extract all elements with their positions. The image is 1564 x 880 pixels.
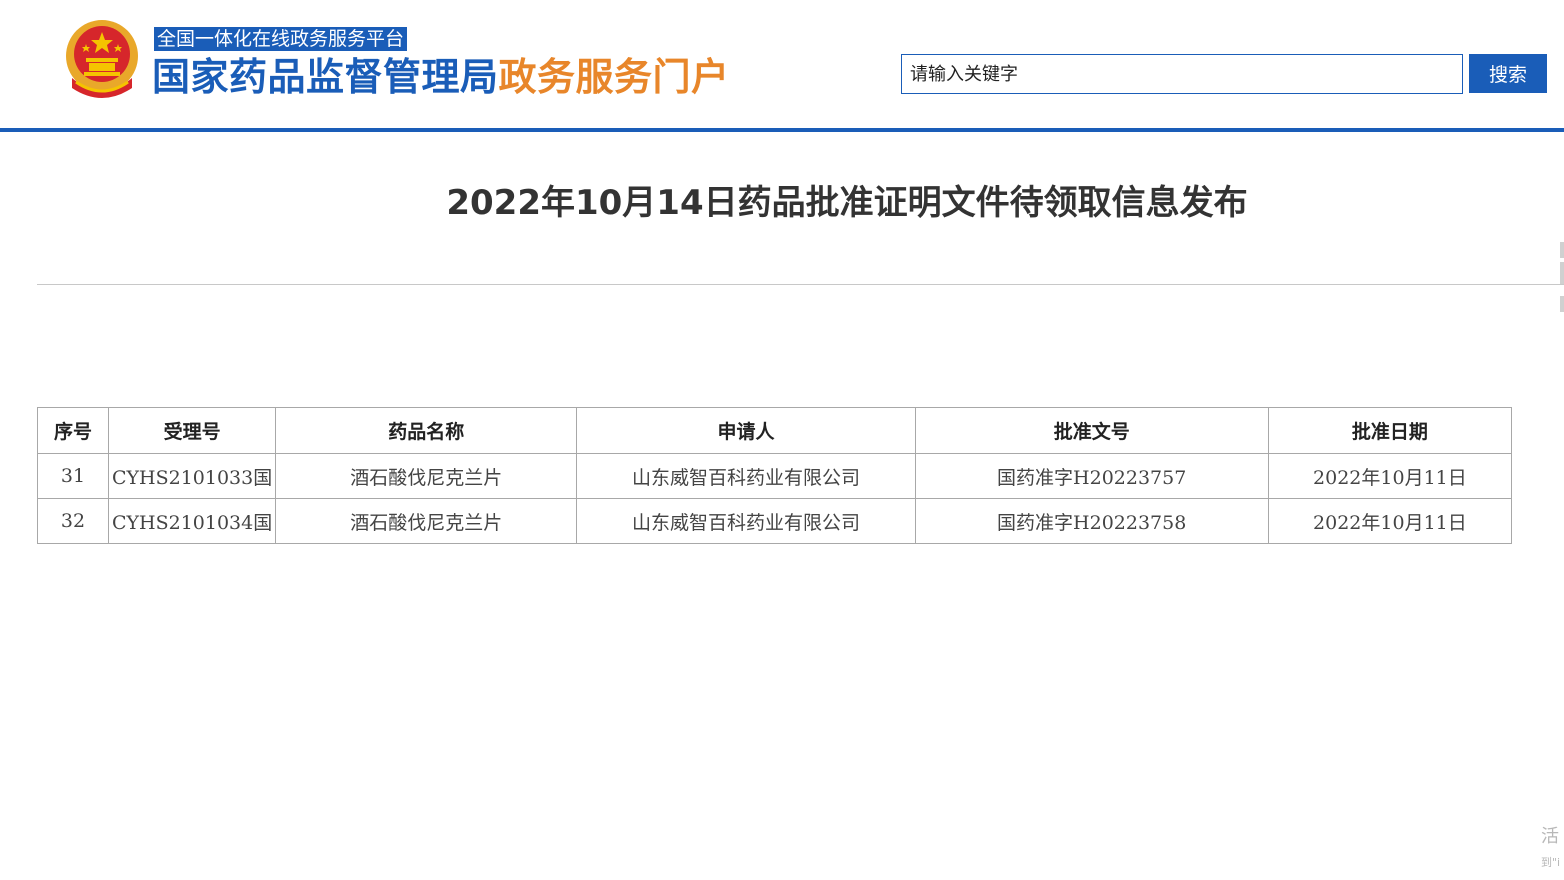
column-header-acceptance-no: 受理号 [108, 407, 277, 454]
cell-index: 31 [36, 453, 110, 499]
column-header-approval-date: 批准日期 [1267, 407, 1513, 454]
activation-watermark-sub: 到"i [1541, 856, 1561, 869]
national-emblem-icon [66, 20, 138, 98]
search-button[interactable]: 搜索 [1469, 54, 1547, 93]
title-divider [37, 284, 1564, 285]
column-header-index: 序号 [36, 407, 110, 454]
cell-approval-no: 国药准字H20223757 [914, 453, 1269, 499]
site-header: 全国一体化在线政务服务平台 国家药品监督管理局政务服务门户 搜索 [0, 0, 1564, 130]
cell-acceptance-no: CYHS2101033国 [108, 453, 277, 499]
approval-table: 序号 受理号 药品名称 申请人 批准文号 批准日期 31 CYHS2101033… [36, 407, 1513, 544]
column-header-approval-no: 批准文号 [914, 407, 1269, 454]
page-title: 2022年10月14日药品批准证明文件待领取信息发布 [446, 183, 1248, 223]
portal-title[interactable]: 国家药品监督管理局政务服务门户 [152, 54, 730, 100]
cell-applicant: 山东威智百科药业有限公司 [576, 498, 916, 544]
cell-applicant: 山东威智百科药业有限公司 [576, 453, 916, 499]
cell-drug-name: 酒石酸伐尼克兰片 [275, 453, 578, 499]
platform-tag[interactable]: 全国一体化在线政务服务平台 [154, 27, 408, 51]
portal-name: 政务服务门户 [498, 55, 730, 99]
side-scroll-mark [1560, 296, 1564, 312]
cell-drug-name: 酒石酸伐尼克兰片 [275, 498, 578, 544]
header-divider [0, 128, 1564, 132]
cell-acceptance-no: CYHS2101034国 [108, 498, 277, 544]
column-header-applicant: 申请人 [576, 407, 916, 454]
cell-index: 32 [36, 498, 110, 544]
cell-approval-no: 国药准字H20223758 [914, 498, 1269, 544]
table-row: 32 CYHS2101034国 酒石酸伐尼克兰片 山东威智百科药业有限公司 国药… [36, 498, 1513, 544]
cell-approval-date: 2022年10月11日 [1267, 498, 1513, 544]
search-input[interactable] [901, 54, 1463, 94]
table-row: 31 CYHS2101033国 酒石酸伐尼克兰片 山东威智百科药业有限公司 国药… [36, 453, 1513, 499]
agency-name: 国家药品监督管理局 [152, 55, 499, 99]
side-scroll-mark [1560, 242, 1564, 258]
side-scroll-mark [1560, 262, 1564, 284]
activation-watermark: 活 [1541, 826, 1559, 847]
cell-approval-date: 2022年10月11日 [1267, 453, 1513, 499]
table-header-row: 序号 受理号 药品名称 申请人 批准文号 批准日期 [36, 407, 1513, 454]
column-header-drug-name: 药品名称 [275, 407, 578, 454]
